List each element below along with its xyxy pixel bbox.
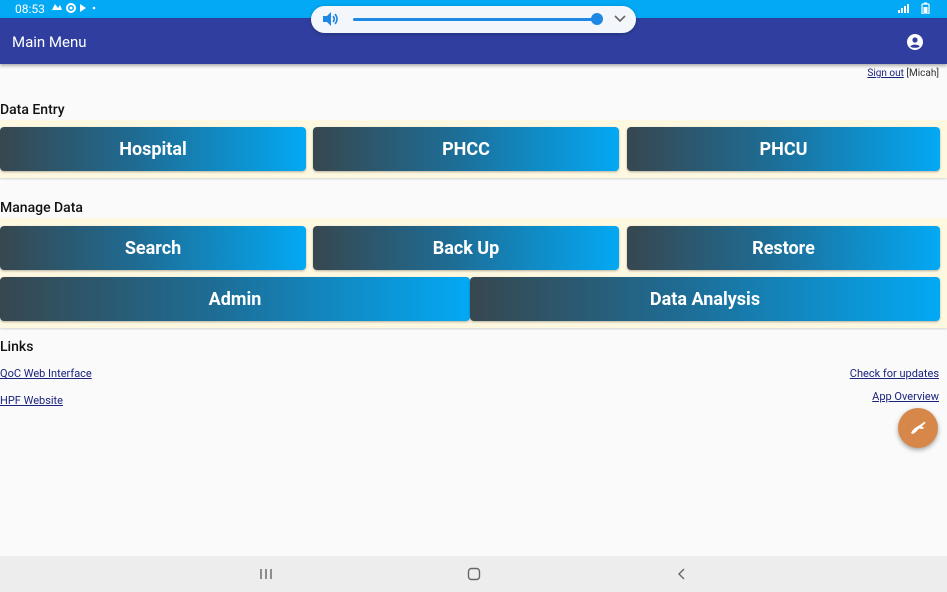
volume-slider-panel[interactable]: [311, 6, 636, 33]
system-icons: [897, 2, 937, 17]
notification-icons-svg: [52, 3, 96, 13]
backup-button[interactable]: Back Up: [313, 226, 619, 270]
data-analysis-button[interactable]: Data Analysis: [470, 277, 940, 321]
phcu-button[interactable]: PHCU: [627, 127, 940, 171]
signed-in-user: [Micah]: [903, 68, 939, 79]
search-button[interactable]: Search: [0, 226, 306, 270]
volume-icon[interactable]: [322, 11, 340, 27]
status-time: 08:53: [15, 2, 45, 16]
signout-link[interactable]: Sign out: [867, 68, 903, 79]
hospital-button[interactable]: Hospital: [0, 127, 306, 171]
manage-data-panel: Search Back Up Restore Admin Data Analys…: [0, 218, 947, 328]
volume-track[interactable]: [353, 18, 598, 21]
section-title-manage-data: Manage Data: [0, 200, 83, 216]
home-icon[interactable]: [467, 567, 481, 581]
admin-button[interactable]: Admin: [0, 277, 470, 321]
notification-icons: [50, 1, 110, 18]
section-title-links: Links: [0, 339, 34, 355]
signal-battery-icons: [898, 2, 930, 15]
fab-button[interactable]: [898, 408, 938, 448]
system-nav-bar: [0, 556, 947, 592]
hand-icon: [911, 421, 926, 434]
app-title: Main Menu: [12, 33, 87, 51]
recent-apps-icon[interactable]: [259, 567, 273, 581]
volume-thumb[interactable]: [591, 13, 603, 25]
signout-area: Sign out [Micah]: [867, 68, 939, 79]
data-entry-panel: Hospital PHCC PHCU: [0, 120, 947, 178]
hpf-website-link[interactable]: HPF Website: [0, 394, 63, 407]
app-overview-link[interactable]: App Overview: [872, 390, 939, 403]
back-icon[interactable]: [675, 567, 689, 581]
check-for-updates-link[interactable]: Check for updates: [850, 367, 939, 380]
restore-button[interactable]: Restore: [627, 226, 940, 270]
phcc-button[interactable]: PHCC: [313, 127, 619, 171]
account-icon[interactable]: [907, 34, 923, 50]
section-title-data-entry: Data Entry: [0, 102, 65, 118]
qoc-web-interface-link[interactable]: QoC Web Interface: [0, 367, 92, 380]
chevron-down-icon[interactable]: [613, 13, 627, 25]
